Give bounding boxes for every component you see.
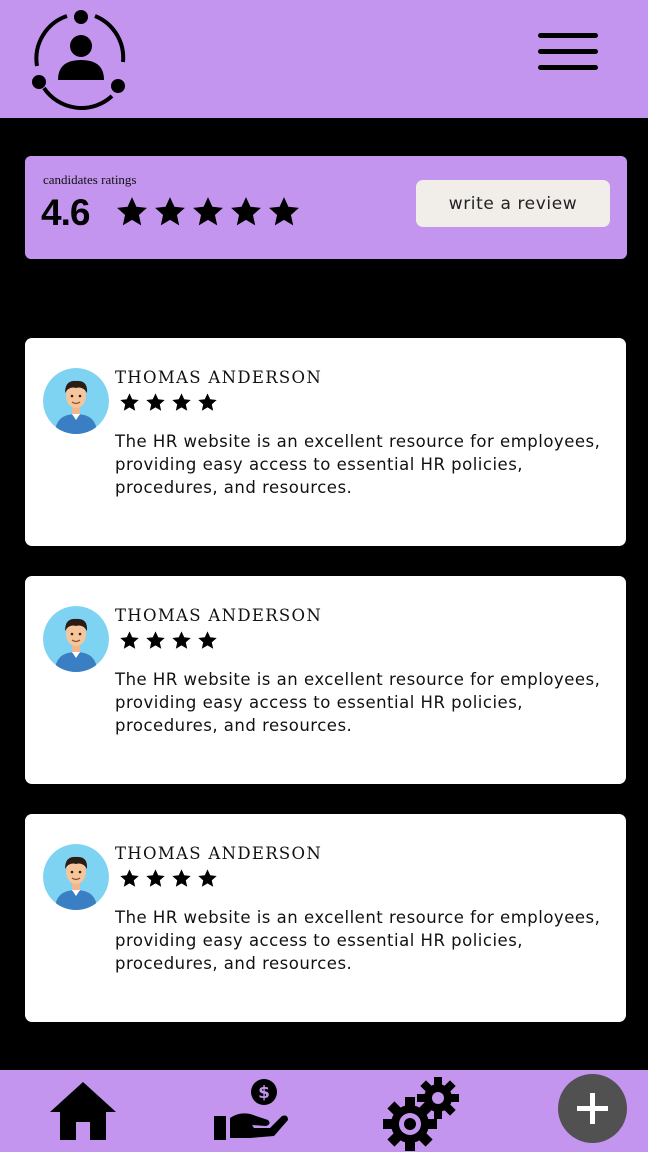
- home-icon[interactable]: [48, 1078, 118, 1144]
- star-icon: [146, 393, 165, 411]
- star-icon: [146, 631, 165, 649]
- add-button[interactable]: [558, 1074, 627, 1143]
- review-text: The HR website is an excellent resource …: [115, 670, 601, 735]
- star-icon: [120, 393, 139, 411]
- ratings-summary-card: candidates ratings 4.6 write a review: [25, 156, 627, 259]
- write-review-button[interactable]: write a review: [416, 180, 610, 227]
- ratings-label: candidates ratings: [43, 172, 137, 187]
- star-icon: [172, 631, 191, 649]
- user-avatar-icon: [43, 368, 109, 434]
- payment-hand-icon[interactable]: $: [210, 1076, 290, 1142]
- reviewer-name: THOMAS ANDERSON: [115, 606, 323, 625]
- star-icon: [120, 631, 139, 649]
- menu-line: [538, 65, 598, 70]
- star-icon: [172, 393, 191, 411]
- star-icon: [193, 197, 223, 226]
- star-icon: [120, 869, 139, 887]
- review-card: THOMAS ANDERSON The HR website is an exc…: [25, 576, 626, 784]
- menu-line: [538, 49, 598, 54]
- star-icon: [117, 197, 147, 226]
- review-card: THOMAS ANDERSON The HR website is an exc…: [25, 814, 626, 1022]
- rating-stars: [115, 195, 301, 229]
- review-text: The HR website is an excellent resource …: [115, 432, 601, 497]
- people-network-icon[interactable]: [30, 8, 132, 110]
- reviewer-name: THOMAS ANDERSON: [115, 844, 323, 863]
- review-card: THOMAS ANDERSON The HR website is an exc…: [25, 338, 626, 546]
- star-icon: [269, 197, 299, 226]
- hamburger-menu-button[interactable]: [534, 30, 602, 78]
- reviewer-name: THOMAS ANDERSON: [115, 368, 323, 387]
- review-text: The HR website is an excellent resource …: [115, 908, 601, 973]
- average-rating-value: 4.6: [41, 192, 90, 233]
- star-icon: [198, 869, 217, 887]
- star-icon: [198, 393, 217, 411]
- star-icon: [198, 631, 217, 649]
- review-stars: [119, 392, 218, 413]
- bottom-navigation: $: [0, 1070, 648, 1152]
- star-icon: [172, 869, 191, 887]
- svg-text:$: $: [258, 1083, 270, 1103]
- user-avatar-icon: [43, 844, 109, 910]
- settings-gears-icon[interactable]: [382, 1074, 464, 1152]
- menu-line: [538, 33, 598, 38]
- star-icon: [146, 869, 165, 887]
- review-stars: [119, 630, 218, 651]
- star-icon: [155, 197, 185, 226]
- app-header: [0, 0, 648, 118]
- star-icon: [231, 197, 261, 226]
- user-avatar-icon: [43, 606, 109, 672]
- review-stars: [119, 868, 218, 889]
- add-icon: [577, 1093, 608, 1124]
